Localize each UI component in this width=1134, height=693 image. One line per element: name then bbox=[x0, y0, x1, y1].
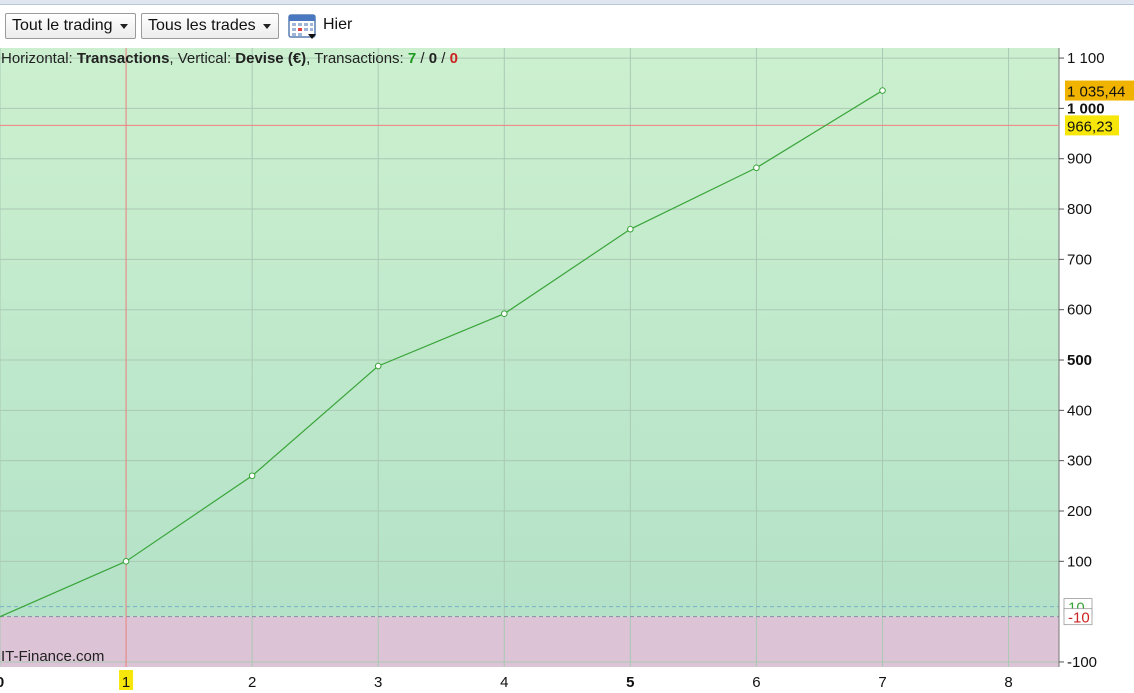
x-tick-label: 0 bbox=[0, 674, 4, 691]
x-tick-label: 4 bbox=[500, 674, 508, 691]
x-tick-label: 8 bbox=[1004, 674, 1012, 691]
y-tick-label: 400 bbox=[1067, 402, 1092, 419]
transactions-prefix: , Transactions: bbox=[306, 50, 408, 67]
y-tick-label: 700 bbox=[1067, 251, 1092, 268]
threshold-label: -10 bbox=[1068, 610, 1090, 627]
data-point bbox=[627, 225, 634, 233]
y-tick-label: 900 bbox=[1067, 151, 1092, 168]
vertical-prefix: , Vertical: bbox=[169, 50, 236, 67]
date-label[interactable]: Hier bbox=[323, 13, 352, 37]
vertical-value: Devise (€) bbox=[235, 50, 307, 67]
y-tick-label: 100 bbox=[1067, 553, 1092, 570]
data-point bbox=[879, 87, 886, 94]
equity-chart[interactable]: 1 1001 000900800700600500400300200100-10… bbox=[0, 48, 1134, 693]
y-tick-label: 200 bbox=[1067, 503, 1092, 520]
y-tick-label: 800 bbox=[1067, 201, 1092, 218]
window-top-border bbox=[0, 0, 1134, 5]
value-marker-label: 1 035,44 bbox=[1067, 84, 1125, 101]
scope-dropdown[interactable]: Tout le trading bbox=[5, 13, 136, 39]
data-point bbox=[753, 164, 760, 172]
separator: / bbox=[437, 50, 450, 67]
calendar-icon[interactable] bbox=[288, 12, 318, 40]
separator: / bbox=[416, 50, 429, 67]
value-marker-label: 966,23 bbox=[1067, 118, 1113, 135]
x-tick-label: 7 bbox=[878, 674, 886, 691]
data-point bbox=[122, 558, 130, 565]
x-tick-label: 3 bbox=[374, 674, 382, 691]
trades-dropdown[interactable]: Tous les trades bbox=[141, 13, 279, 39]
y-tick-label: 1 100 bbox=[1067, 50, 1105, 67]
y-tick-label: -100 bbox=[1067, 654, 1097, 671]
y-tick-label: 500 bbox=[1067, 352, 1092, 369]
horizontal-value: Transactions bbox=[76, 50, 170, 67]
transactions-loss-count: 0 bbox=[449, 50, 458, 67]
horizontal-prefix: Horizontal: bbox=[1, 50, 77, 67]
y-tick-label: 600 bbox=[1067, 302, 1092, 319]
y-tick-label: 300 bbox=[1067, 453, 1092, 470]
x-tick-label: 5 bbox=[626, 674, 634, 691]
x-tick-label: 2 bbox=[248, 674, 256, 691]
data-point bbox=[500, 310, 508, 318]
y-tick-label: 1 000 bbox=[1067, 100, 1105, 117]
trades-dropdown-label: Tous les trades bbox=[148, 17, 256, 34]
x-tick-label: 1 bbox=[122, 674, 130, 691]
loss-zone bbox=[0, 616, 1059, 667]
transactions-neutral-count: 0 bbox=[428, 50, 438, 67]
toolbar: Tout le trading Tous les trades Hier bbox=[0, 8, 1134, 42]
chevron-down-icon bbox=[119, 24, 128, 29]
scope-dropdown-label: Tout le trading bbox=[12, 17, 113, 34]
chart-info-line: Horizontal: Transactions, Vertical: Devi… bbox=[1, 50, 458, 67]
chevron-down-icon bbox=[262, 24, 271, 29]
data-point bbox=[248, 472, 256, 480]
x-tick-label: 6 bbox=[752, 674, 760, 691]
profit-zone bbox=[0, 48, 1059, 617]
data-point bbox=[374, 362, 382, 370]
transactions-win-count: 7 bbox=[407, 50, 417, 67]
watermark: IT-Finance.com bbox=[1, 648, 105, 665]
